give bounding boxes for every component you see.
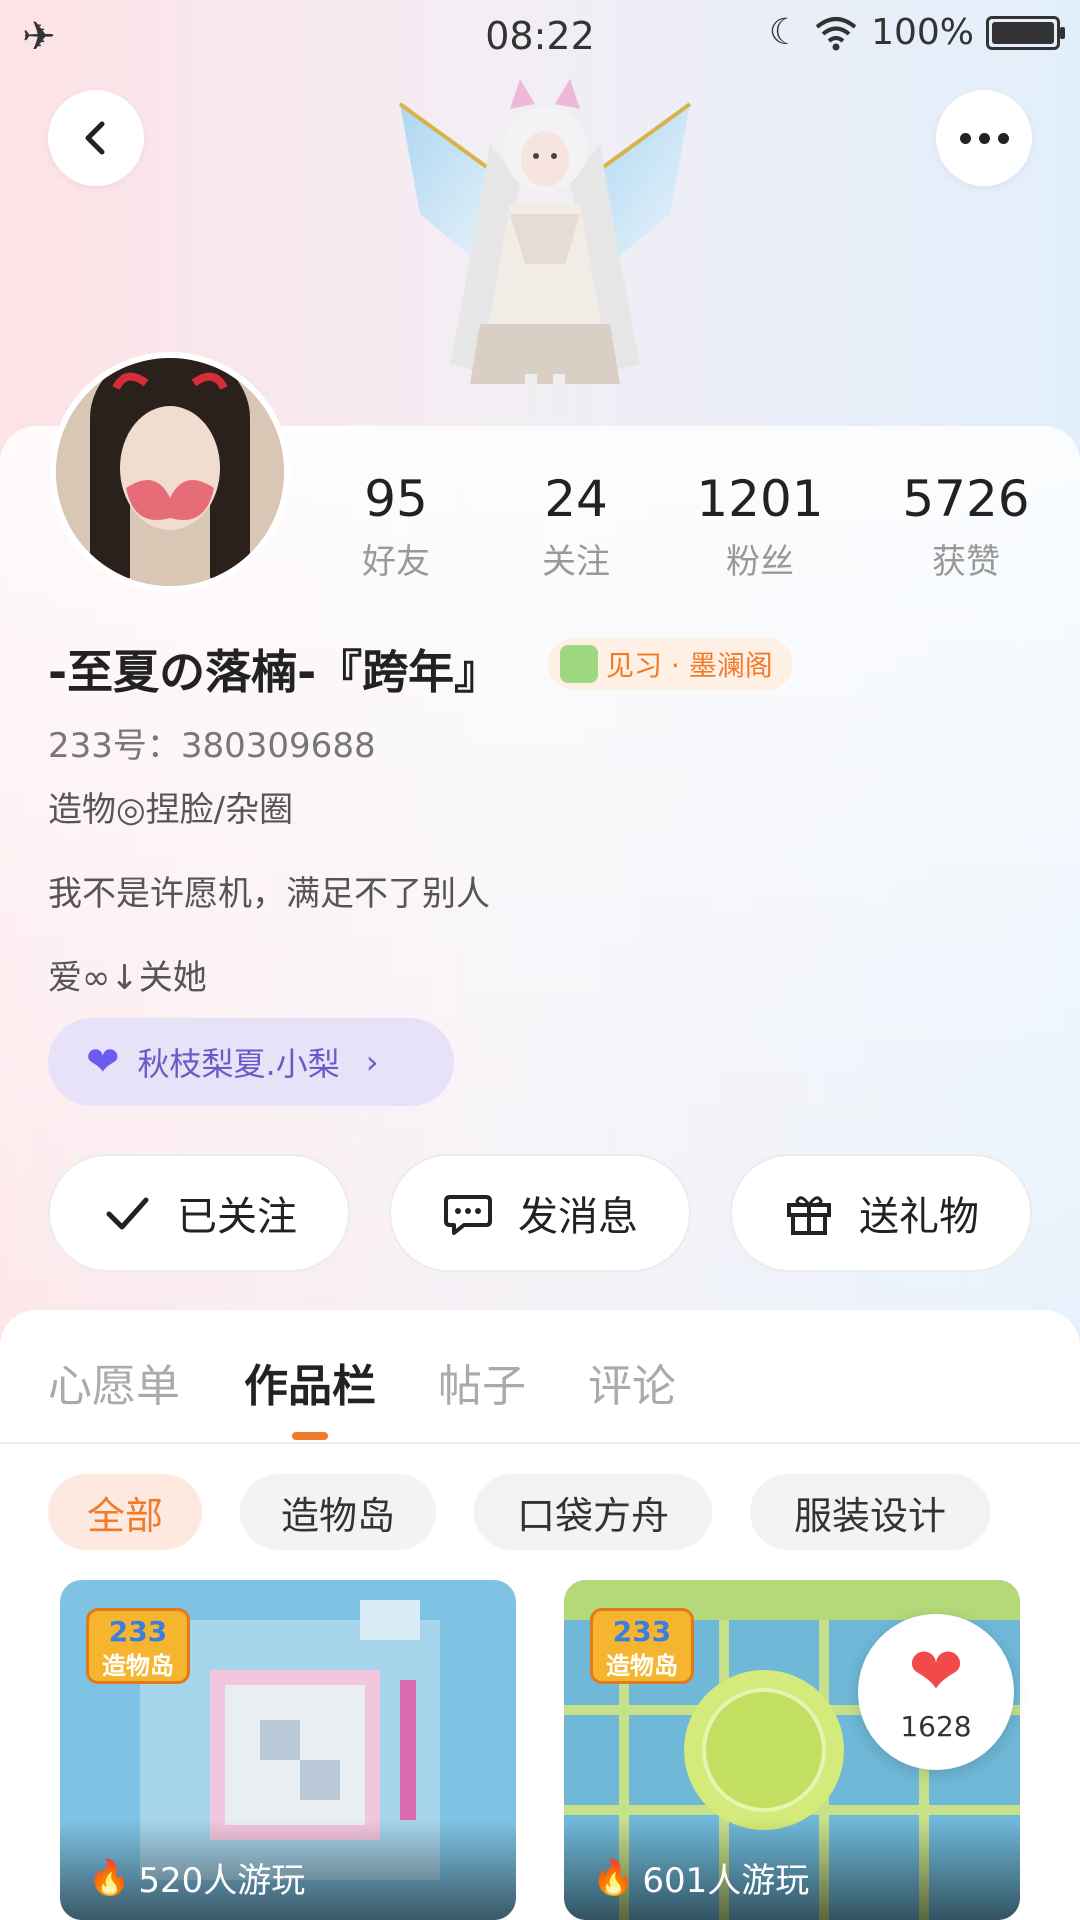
profile-stats: 95 好友 24 关注 1201 粉丝 5726 获赞 xyxy=(300,470,1060,583)
stat-following[interactable]: 24 关注 xyxy=(486,470,666,583)
back-button[interactable] xyxy=(48,90,144,186)
chat-bubble-icon xyxy=(444,1195,492,1235)
flame-icon: 🔥 xyxy=(592,1857,635,1898)
filter-pocket-ark[interactable]: 口袋方舟 xyxy=(474,1474,712,1550)
gift-icon xyxy=(787,1196,831,1235)
chevron-right-icon: › xyxy=(365,1043,379,1081)
tab-wishlist[interactable]: 心愿单 xyxy=(48,1350,180,1414)
active-tab-indicator xyxy=(292,1432,328,1440)
badge-label: 见习 · 墨澜阁 xyxy=(606,649,773,682)
badge-icon xyxy=(560,645,598,683)
bio-line-2: 爱∞↓关她 xyxy=(48,958,207,998)
chevron-left-icon xyxy=(85,121,105,155)
filter-creation-island[interactable]: 造物岛 xyxy=(240,1474,436,1550)
play-count: 601人游玩 xyxy=(642,1861,810,1901)
like-count: 1628 xyxy=(900,1710,972,1743)
tab-works[interactable]: 作品栏 xyxy=(244,1350,376,1414)
filter-all[interactable]: 全部 xyxy=(48,1474,202,1550)
character-avatar-illustration xyxy=(398,79,692,414)
do-not-disturb-icon: ☾ xyxy=(768,12,802,53)
cp-partner-chip[interactable]: ❤ 秋枝梨夏.小梨 › xyxy=(48,1018,454,1106)
user-id: 233号：380309688 xyxy=(48,726,376,766)
bio-line-1: 我不是许愿机，满足不了别人 xyxy=(48,874,490,914)
divider xyxy=(0,1442,1080,1444)
stat-friends[interactable]: 95 好友 xyxy=(306,470,486,583)
stat-likes[interactable]: 5726 获赞 xyxy=(876,470,1056,583)
avatar-photo xyxy=(56,358,284,586)
more-icon xyxy=(959,132,1009,144)
tab-posts[interactable]: 帖子 xyxy=(438,1350,526,1414)
like-bubble[interactable]: ❤ 1628 xyxy=(858,1614,1014,1770)
double-heart-icon: ❤ xyxy=(86,1039,120,1085)
filter-fashion-design[interactable]: 服装设计 xyxy=(750,1474,990,1550)
send-gift-button[interactable]: 送礼物 xyxy=(730,1154,1032,1272)
stat-fans[interactable]: 1201 粉丝 xyxy=(670,470,850,583)
more-options-button[interactable] xyxy=(936,90,1032,186)
battery-icon xyxy=(986,15,1065,50)
followed-button[interactable]: 已关注 xyxy=(48,1154,350,1272)
game-card[interactable]: 233 造物岛 🔥 520人游玩 xyxy=(60,1580,516,1920)
avatar[interactable] xyxy=(50,352,290,592)
checkmark-icon xyxy=(106,1197,149,1230)
username: -至夏の落楠-『跨年』 xyxy=(48,645,501,699)
heart-icon: ❤ xyxy=(908,1633,964,1710)
user-tagline: 造物◎捏脸/杂圈 xyxy=(48,790,294,830)
send-message-button[interactable]: 发消息 xyxy=(389,1154,691,1272)
cp-partner-name: 秋枝梨夏.小梨 xyxy=(137,1045,340,1083)
profile-actions: 已关注 发消息 送礼物 xyxy=(48,1154,1032,1274)
level-badge[interactable]: 见习 · 墨澜阁 xyxy=(548,638,793,690)
play-count: 520人游玩 xyxy=(138,1861,306,1901)
flame-icon: 🔥 xyxy=(88,1857,131,1898)
creation-island-logo: 233 造物岛 xyxy=(590,1608,694,1684)
battery-percent: 100% xyxy=(871,12,974,53)
tab-comments[interactable]: 评论 xyxy=(588,1350,676,1414)
wifi-icon xyxy=(815,16,857,50)
creation-island-logo: 233 造物岛 xyxy=(86,1608,190,1684)
